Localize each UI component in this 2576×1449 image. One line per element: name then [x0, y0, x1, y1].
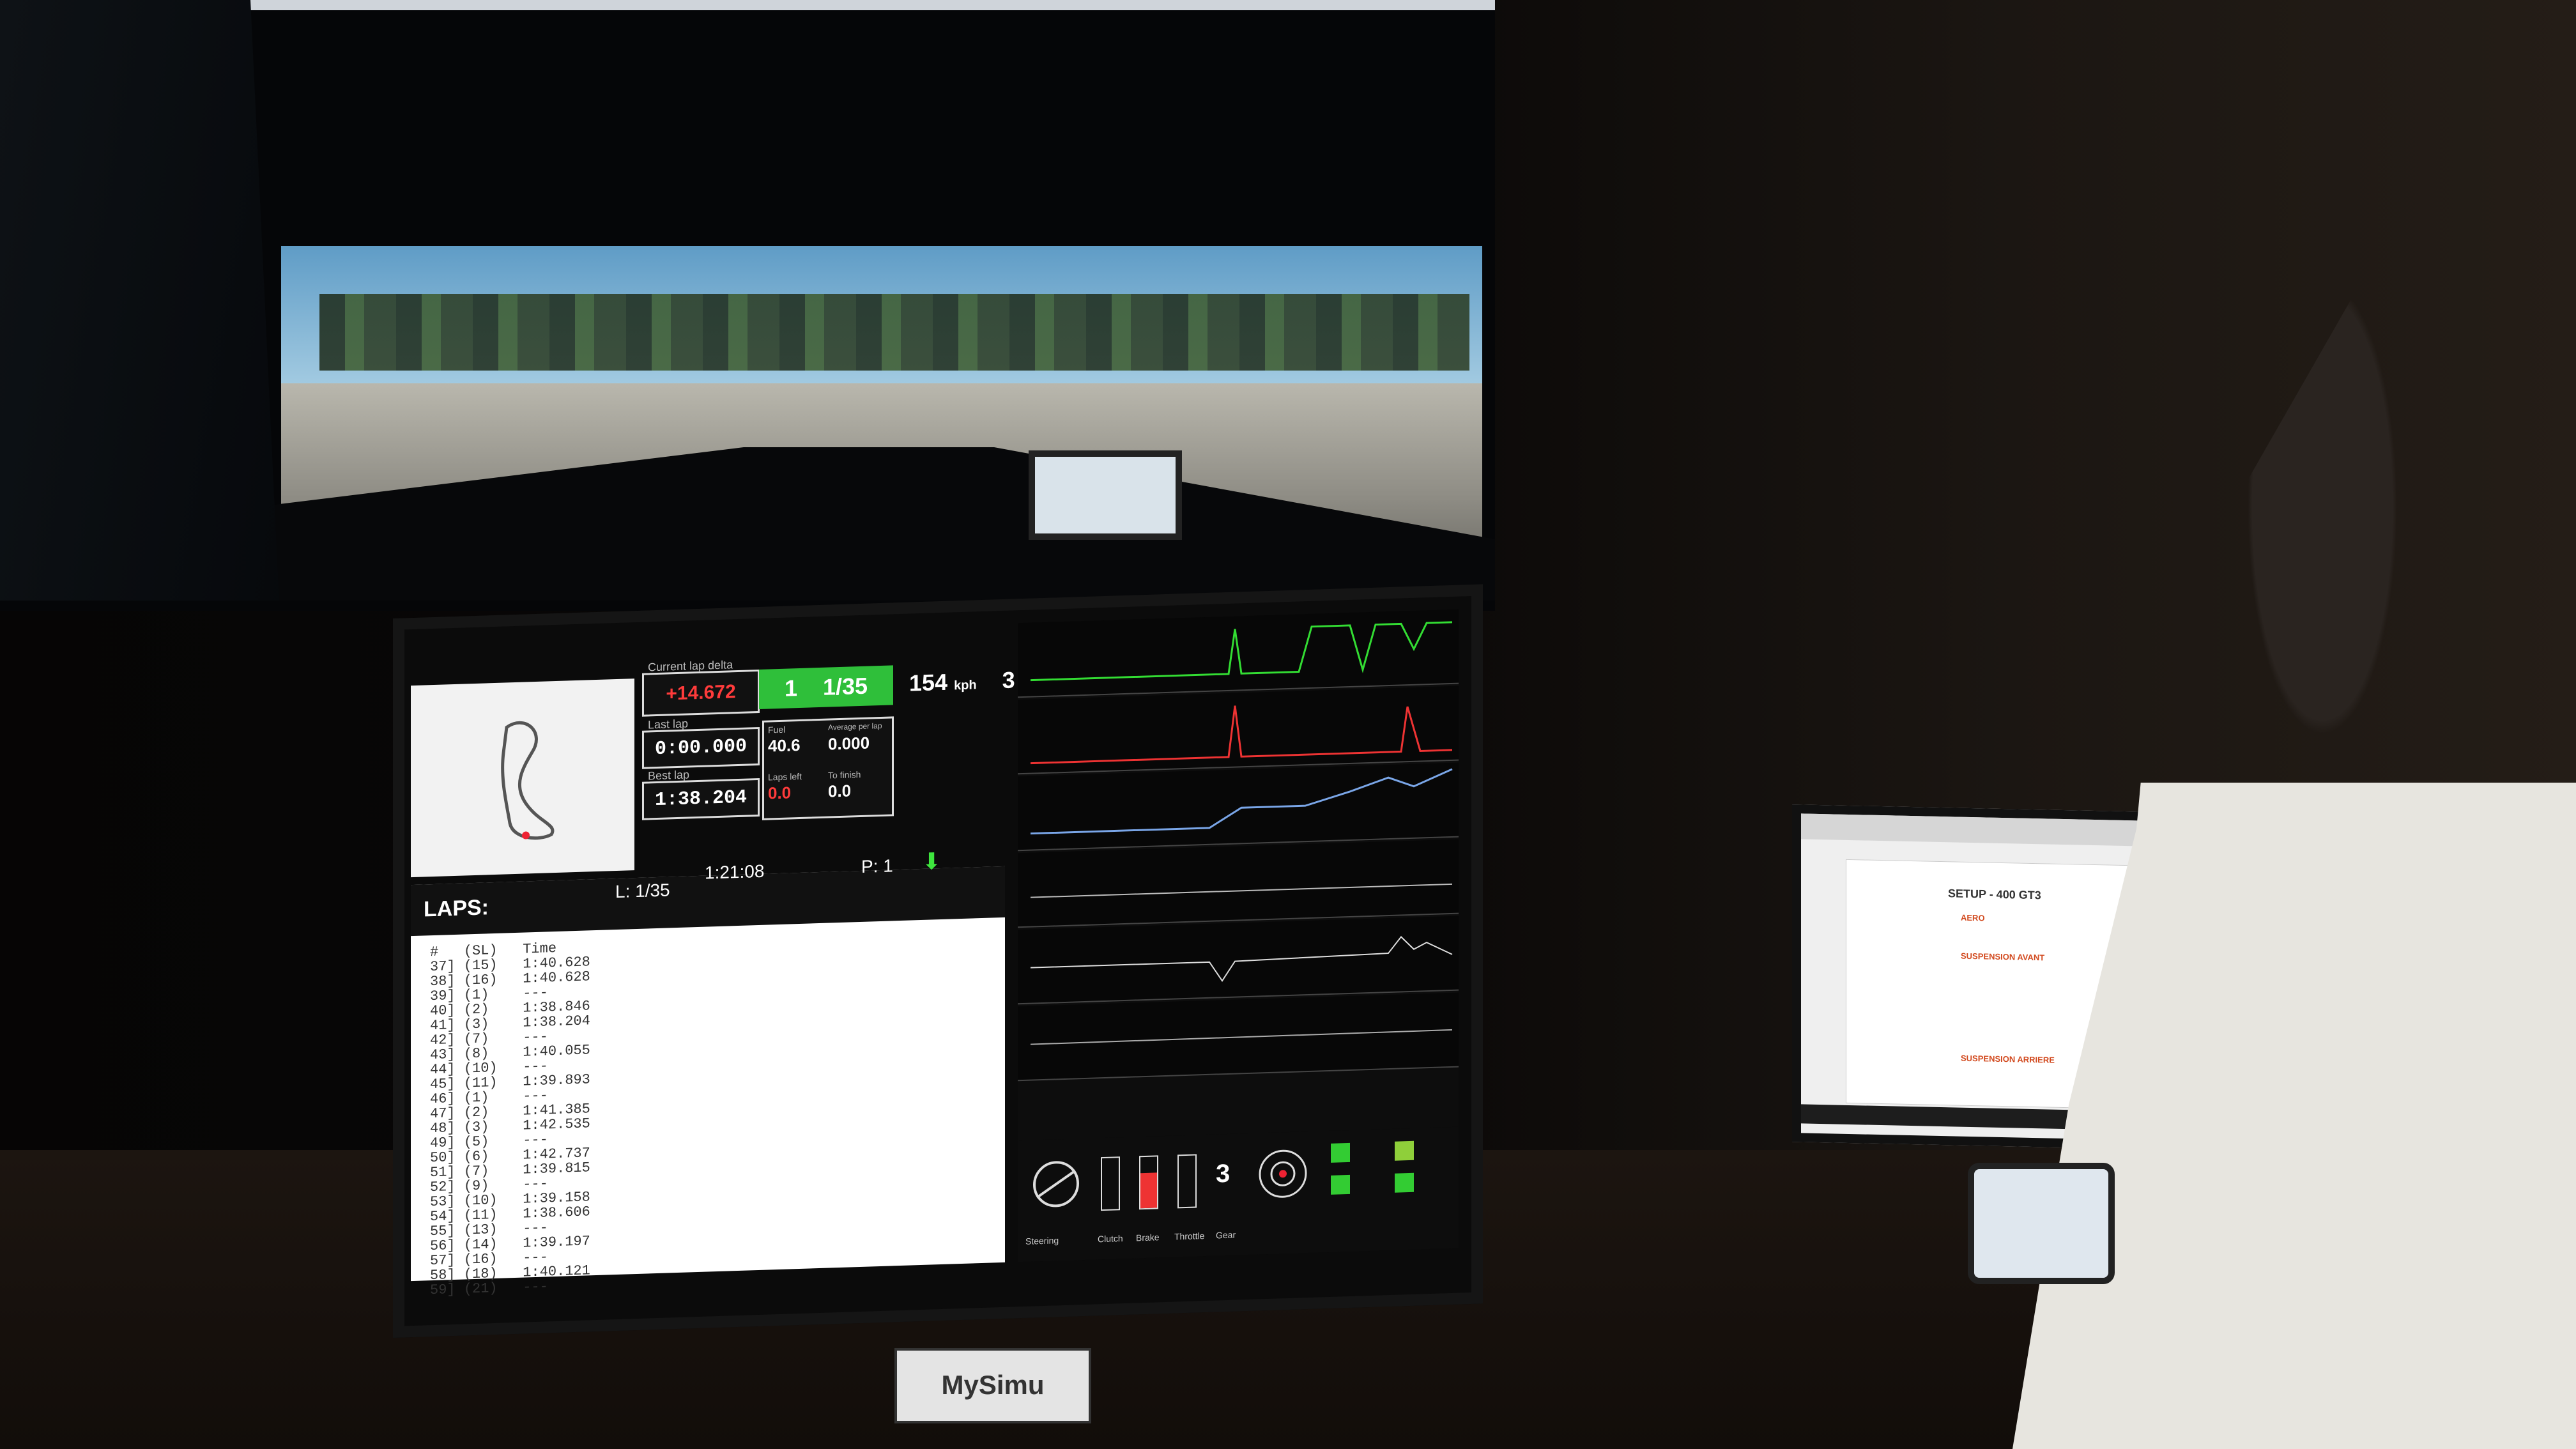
session-time: 1:21:08 [705, 861, 765, 883]
fuel-value: 40.6 [768, 735, 801, 756]
steering-graph [1018, 992, 1459, 1082]
track-map-panel [411, 678, 634, 878]
arrow-down-icon: ⬇ [922, 848, 942, 875]
laps-left-label: Laps left [768, 770, 802, 783]
inputs-panel: 3 Steering Clutch Brake Throttle Gear [1018, 1126, 1459, 1262]
mysimu-sign: MySimu [894, 1348, 1091, 1423]
tyre-rr [1395, 1172, 1414, 1193]
input-label-clutch: Clutch [1098, 1233, 1123, 1245]
speed-value: 154 [909, 668, 948, 696]
avg-label: Average per lap [828, 721, 882, 732]
telemetry-monitor: Current lap delta +14.672 1 1/35 154 kph… [393, 584, 1483, 1338]
to-finish-value: 0.0 [828, 781, 852, 801]
brake-bar [1139, 1155, 1158, 1210]
phone [1968, 1163, 2115, 1284]
rpm-graph [1018, 839, 1459, 928]
throttle-graph [1018, 609, 1459, 698]
doc-section-aero: AERO [1961, 912, 1985, 923]
tyre-fl [1331, 1142, 1350, 1163]
input-label-brake: Brake [1136, 1232, 1160, 1243]
doc-section-front-suspension: SUSPENSION AVANT [1961, 951, 2045, 963]
speed-readout: 154 kph 3 [909, 666, 1015, 696]
avg-value: 0.000 [828, 733, 870, 754]
position-value: 1 [784, 675, 797, 702]
position-box: 1 1/35 [759, 665, 893, 709]
mysimu-label: MySimu [941, 1370, 1045, 1400]
sim-trees [319, 294, 1469, 371]
last-lap-label: Last lap [648, 717, 689, 732]
lap-progress: 1/35 [822, 672, 868, 700]
laps-title: LAPS: [424, 895, 489, 922]
doc-title: SETUP - 400 GT3 [1948, 887, 2041, 902]
laps-count: L: 1/35 [615, 880, 670, 902]
clutch-bar [1101, 1156, 1120, 1211]
delta-label: Current lap delta [648, 658, 733, 674]
lap-value: 1 1/35 [759, 671, 893, 703]
brake-graph [1018, 686, 1459, 775]
to-finish-label: To finish [828, 769, 861, 781]
rear-view-mirror [1029, 450, 1182, 540]
last-lap-value: 0:00.000 [654, 735, 747, 761]
gear-readout: 3 [1002, 666, 1015, 694]
track-outline-icon [501, 721, 555, 840]
lateral-graph [1018, 916, 1459, 1005]
inputs-gear-value: 3 [1216, 1159, 1230, 1188]
doc-section-rear-suspension: SUSPENSION ARRIERE [1961, 1053, 2055, 1065]
input-label-gear: Gear [1216, 1229, 1236, 1241]
lap-delta-box: Current lap delta +14.672 [642, 658, 760, 717]
speed-unit: kph [954, 678, 977, 693]
steering-wheel-icon [1033, 1161, 1079, 1208]
input-label-throttle: Throttle [1174, 1230, 1205, 1242]
best-lap-box: Best lap 1:38.204 [642, 768, 760, 820]
fuel-label: Fuel [768, 724, 786, 735]
best-lap-label: Best lap [648, 768, 690, 783]
g-force-icon [1259, 1149, 1307, 1198]
speed-graph [1018, 762, 1459, 852]
tyre-rl [1331, 1174, 1350, 1195]
race-position: P: 1 [861, 855, 893, 877]
laps-left-value: 0.0 [768, 783, 792, 803]
best-lap-value: 1:38.204 [654, 786, 747, 812]
delta-value: +14.672 [666, 681, 736, 705]
tyre-fr [1395, 1140, 1414, 1161]
lap-times-table: # (SL) Time 37] (15) 1:40.628 38] (16) 1… [430, 940, 590, 1299]
throttle-bar [1177, 1154, 1197, 1209]
fuel-box: Fuel 40.6 Average per lap 0.000 Laps lef… [762, 716, 894, 820]
input-label-steering: Steering [1025, 1235, 1059, 1246]
last-lap-box: Last lap 0:00.000 [642, 717, 760, 769]
